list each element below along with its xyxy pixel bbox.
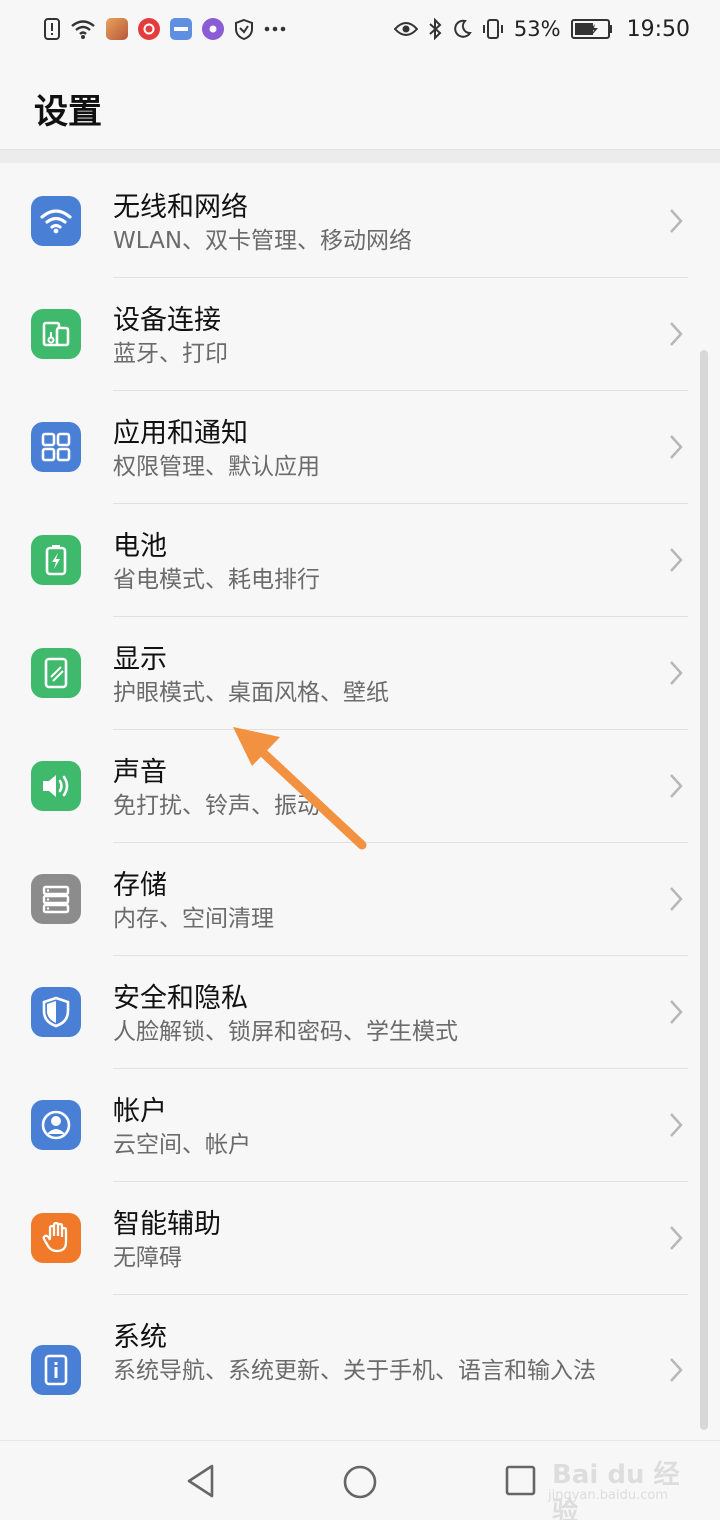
moon-icon	[452, 19, 472, 39]
watermark-logo-text: Bai du 经验	[552, 1460, 680, 1520]
status-bar-left	[44, 18, 286, 40]
settings-item-display[interactable]: 显示 护眼模式、桌面风格、壁纸	[0, 617, 720, 730]
battery-icon	[570, 18, 613, 40]
watermark-url: jingyan.baidu.com	[548, 1488, 668, 1503]
chevron-right-icon	[670, 661, 683, 685]
settings-item-title: 应用和通知	[113, 418, 248, 449]
settings-item-title: 帐户	[113, 1096, 167, 1127]
settings-item-subtitle: WLAN、双卡管理、移动网络	[113, 228, 413, 254]
settings-item-subtitle: 权限管理、默认应用	[113, 454, 320, 480]
header-divider	[0, 149, 720, 164]
settings-item-subtitle: 人脸解锁、锁屏和密码、学生模式	[113, 1019, 458, 1045]
display-icon	[31, 648, 81, 698]
settings-item-sound[interactable]: 声音 免打扰、铃声、振动	[0, 730, 720, 843]
settings-item-title: 安全和隐私	[113, 983, 248, 1014]
clock: 19:50	[626, 16, 690, 42]
account-icon	[31, 1100, 81, 1150]
baidu-jingyan-watermark: Bai du 经验 jingyan.baidu.com	[548, 1450, 688, 1520]
settings-item-subtitle: 无障碍	[113, 1245, 182, 1271]
scrollbar[interactable]	[700, 350, 708, 1430]
settings-item-title: 系统	[113, 1322, 167, 1353]
chevron-right-icon	[670, 1358, 683, 1382]
settings-item-subtitle: 免打扰、铃声、振动	[113, 793, 320, 819]
storage-icon	[31, 874, 81, 924]
settings-item-title: 智能辅助	[113, 1209, 221, 1240]
settings-item-accessibility[interactable]: 智能辅助 无障碍	[0, 1182, 720, 1295]
settings-item-title: 显示	[113, 644, 167, 675]
shield-icon	[31, 987, 81, 1037]
settings-item-title: 声音	[113, 757, 167, 788]
battery-percent: 53%	[513, 17, 561, 41]
fm-app-icon	[170, 18, 192, 40]
settings-item-title: 电池	[113, 531, 167, 562]
page-title: 设置	[34, 92, 102, 132]
netease-music-icon	[138, 18, 160, 40]
chevron-right-icon	[670, 774, 683, 798]
chevron-right-icon	[670, 1226, 683, 1250]
recents-icon[interactable]	[504, 1463, 538, 1499]
settings-item-storage[interactable]: 存储 内存、空间清理	[0, 843, 720, 956]
status-bar-right: 53% 19:50	[393, 16, 690, 42]
device-connection-icon	[31, 309, 81, 359]
hand-icon	[31, 1213, 81, 1263]
settings-item-subtitle: 系统导航、系统更新、关于手机、语言和输入法	[113, 1358, 596, 1384]
back-icon[interactable]	[184, 1463, 218, 1499]
settings-item-battery[interactable]: 电池 省电模式、耗电排行	[0, 504, 720, 617]
apps-grid-icon	[31, 422, 81, 472]
chevron-right-icon	[670, 435, 683, 459]
game-app-icon	[106, 18, 128, 40]
more-icon	[264, 26, 286, 32]
settings-item-title: 设备连接	[113, 305, 221, 336]
settings-item-wireless[interactable]: 无线和网络 WLAN、双卡管理、移动网络	[0, 163, 720, 276]
wifi-icon	[31, 196, 81, 246]
settings-item-title: 无线和网络	[113, 192, 248, 223]
settings-item-security[interactable]: 安全和隐私 人脸解锁、锁屏和密码、学生模式	[0, 956, 720, 1069]
eye-icon	[393, 21, 418, 37]
settings-item-subtitle: 内存、空间清理	[113, 906, 274, 932]
settings-item-account[interactable]: 帐户 云空间、帐户	[0, 1069, 720, 1182]
speaker-icon	[31, 761, 81, 811]
settings-item-subtitle: 云空间、帐户	[113, 1132, 251, 1158]
shield-icon	[234, 18, 254, 40]
status-bar: 53% 19:50	[0, 0, 720, 58]
wifi-icon	[70, 18, 96, 40]
settings-item-title: 存储	[113, 870, 167, 901]
chevron-right-icon	[670, 1000, 683, 1024]
battery-icon	[31, 535, 81, 585]
purple-app-icon	[202, 18, 224, 40]
settings-list: 无线和网络 WLAN、双卡管理、移动网络 设备连接 蓝牙、打印 应用和通知 权限…	[0, 163, 720, 1440]
settings-item-device-connection[interactable]: 设备连接 蓝牙、打印	[0, 278, 720, 391]
settings-item-apps[interactable]: 应用和通知 权限管理、默认应用	[0, 391, 720, 504]
bluetooth-icon	[428, 18, 442, 40]
info-icon	[31, 1345, 81, 1395]
settings-item-subtitle: 蓝牙、打印	[113, 341, 228, 367]
chevron-right-icon	[670, 548, 683, 572]
settings-item-subtitle: 省电模式、耗电排行	[113, 567, 320, 593]
chevron-right-icon	[670, 209, 683, 233]
chevron-right-icon	[670, 887, 683, 911]
chevron-right-icon	[670, 322, 683, 346]
app-header: 设置	[0, 58, 720, 152]
chevron-right-icon	[670, 1113, 683, 1137]
alert-icon	[44, 18, 60, 40]
settings-item-system[interactable]: 系统 系统导航、系统更新、关于手机、语言和输入法	[0, 1295, 720, 1440]
settings-item-subtitle: 护眼模式、桌面风格、壁纸	[113, 680, 389, 706]
home-icon[interactable]	[341, 1463, 379, 1501]
vibrate-icon	[482, 18, 504, 40]
settings-screen: 53% 19:50 设置 无线和网络 WLAN、双卡管理、移动网络 设备连接 蓝…	[0, 0, 720, 1520]
